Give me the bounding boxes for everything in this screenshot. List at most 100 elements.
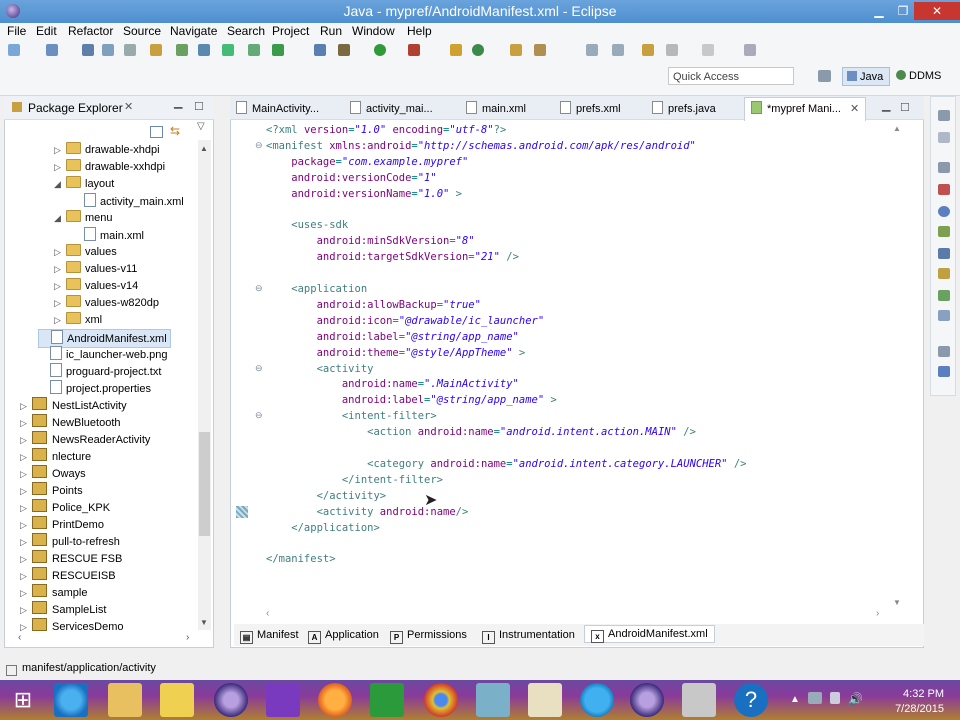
- collapsed-arrow-icon[interactable]: ▷: [20, 517, 28, 534]
- menu-run[interactable]: Run: [320, 24, 342, 38]
- tab-prefs-java[interactable]: prefs.java: [652, 100, 716, 118]
- declaration-view-icon[interactable]: [938, 226, 950, 237]
- tree-item[interactable]: ▷ SampleList: [20, 601, 106, 618]
- scroll-right-icon[interactable]: ›: [876, 608, 879, 619]
- perspective-java[interactable]: Java: [842, 67, 890, 86]
- tree-item[interactable]: ▷ ServicesDemo: [20, 618, 124, 635]
- tree-item[interactable]: ▷ values-v14: [54, 278, 138, 295]
- tree-item[interactable]: ▷ RESCUEISB: [20, 567, 116, 584]
- new-java-class-icon[interactable]: [472, 44, 484, 56]
- scroll-up-icon[interactable]: ▲: [200, 144, 208, 153]
- fold-marker-icon[interactable]: ⊖: [255, 363, 263, 374]
- maximize-button[interactable]: ❐: [890, 2, 916, 20]
- tab-manifest[interactable]: ▤ Manifest: [240, 627, 299, 644]
- tree-item[interactable]: ▷ values-v11: [54, 261, 137, 278]
- collapsed-arrow-icon[interactable]: ▷: [54, 278, 62, 295]
- scroll-left-icon[interactable]: ‹: [266, 608, 269, 619]
- debug-icon[interactable]: [272, 44, 284, 56]
- collapsed-arrow-icon[interactable]: ▷: [54, 312, 62, 329]
- collapsed-arrow-icon[interactable]: ▷: [20, 551, 28, 568]
- tree-item[interactable]: ▷ pull-to-refresh: [20, 533, 120, 550]
- menu-window[interactable]: Window: [352, 24, 395, 38]
- new-java-package-icon[interactable]: [450, 44, 462, 56]
- collapsed-arrow-icon[interactable]: ▷: [20, 500, 28, 517]
- outline-view-icon[interactable]: [938, 132, 950, 143]
- tasks-view-icon[interactable]: [938, 290, 950, 301]
- restore-icon[interactable]: [938, 346, 950, 357]
- menu-source[interactable]: Source: [123, 24, 161, 38]
- collapse-all-icon[interactable]: [150, 126, 163, 138]
- collapsed-arrow-icon[interactable]: ▷: [20, 449, 28, 466]
- restore-icon[interactable]: [938, 110, 950, 121]
- system-clock[interactable]: 4:32 PM 7/28/2015: [880, 687, 944, 717]
- close-tab-icon[interactable]: ✕: [850, 103, 859, 115]
- quick-fix-marker-icon[interactable]: [236, 506, 248, 518]
- fold-marker-icon[interactable]: ⊖: [255, 410, 263, 421]
- chrome-icon[interactable]: [424, 683, 458, 717]
- back-icon[interactable]: [666, 44, 678, 56]
- collapsed-arrow-icon[interactable]: ▷: [54, 142, 62, 159]
- minimize-editor-icon[interactable]: ▁: [882, 99, 890, 112]
- pin-editor-icon[interactable]: [744, 44, 756, 56]
- menu-refactor[interactable]: Refactor: [68, 24, 113, 38]
- open-type-hierarchy-icon[interactable]: [510, 44, 522, 56]
- android-project-icon[interactable]: [314, 44, 326, 56]
- tab-application[interactable]: A Application: [308, 627, 379, 644]
- android-sdk-icon[interactable]: [150, 44, 162, 56]
- camera-icon[interactable]: [682, 683, 716, 717]
- collapsed-arrow-icon[interactable]: ▷: [20, 585, 28, 602]
- menu-file[interactable]: File: [7, 24, 26, 38]
- forward-icon[interactable]: [702, 44, 714, 56]
- fold-marker-icon[interactable]: ⊖: [255, 283, 263, 294]
- volume-icon[interactable]: 🔊: [848, 692, 863, 706]
- collapsed-arrow-icon[interactable]: ▷: [20, 534, 28, 551]
- file-explorer-icon[interactable]: [108, 683, 142, 717]
- tab-mainactivity[interactable]: MainActivity...: [236, 100, 319, 118]
- expanded-arrow-icon[interactable]: ◢: [54, 210, 62, 227]
- start-button-icon[interactable]: ⊞: [6, 683, 40, 717]
- tree-item[interactable]: ▷ PrintDemo: [20, 516, 104, 533]
- maximize-editor-icon[interactable]: ☐: [900, 101, 910, 114]
- tree-item[interactable]: ◢ menu: [54, 210, 113, 227]
- tab-prefs-xml[interactable]: prefs.xml: [560, 100, 621, 118]
- tree-item[interactable]: ▷ values: [54, 244, 117, 261]
- tree-item[interactable]: ▷ sample: [20, 584, 87, 601]
- close-view-icon[interactable]: ✕: [124, 100, 133, 113]
- tree-item[interactable]: ▷ Police_KPK: [20, 499, 110, 516]
- tree-item[interactable]: ◢ layout: [54, 176, 114, 193]
- open-perspective-icon[interactable]: [818, 70, 831, 82]
- tree-item[interactable]: ▷ NewBluetooth: [20, 414, 121, 431]
- perspective-ddms[interactable]: DDMS: [896, 67, 956, 86]
- collapsed-arrow-icon[interactable]: ▷: [20, 602, 28, 619]
- collapsed-arrow-icon[interactable]: ▷: [20, 466, 28, 483]
- tree-item[interactable]: ▷ drawable-xhdpi: [54, 142, 160, 159]
- tree-item[interactable]: proguard-project.txt: [38, 363, 161, 380]
- notepad-icon[interactable]: [476, 683, 510, 717]
- show-hidden-icons-icon[interactable]: ▲: [790, 694, 800, 705]
- package-explorer-tab[interactable]: Package Explorer ✕ ▁ ☐: [4, 96, 214, 120]
- tab-android-manifest[interactable]: *mypref Mani... ✕: [744, 97, 867, 121]
- collapsed-arrow-icon[interactable]: ▷: [20, 432, 28, 449]
- scroll-left-icon[interactable]: ‹: [18, 632, 21, 643]
- menu-search[interactable]: Search: [227, 24, 265, 38]
- collapsed-arrow-icon[interactable]: ▷: [54, 261, 62, 278]
- tab-permissions[interactable]: P Permissions: [390, 627, 467, 644]
- tab-main-xml[interactable]: main.xml: [466, 100, 526, 118]
- collapsed-arrow-icon[interactable]: ▷: [54, 159, 62, 176]
- collapsed-arrow-icon[interactable]: ▷: [54, 295, 62, 312]
- editor-vertical-scrollbar[interactable]: ▲ ▼: [890, 124, 904, 610]
- skype-icon[interactable]: [580, 683, 614, 717]
- run-icon[interactable]: [374, 44, 386, 56]
- console-view-icon[interactable]: [938, 248, 950, 259]
- task-manager-icon[interactable]: [528, 683, 562, 717]
- tab-instrumentation[interactable]: I Instrumentation: [482, 627, 575, 644]
- last-edit-icon[interactable]: [642, 44, 654, 56]
- search-tool-icon[interactable]: [534, 44, 546, 56]
- collapsed-arrow-icon[interactable]: ▷: [54, 244, 62, 261]
- menu-help[interactable]: Help: [407, 24, 432, 38]
- scroll-down-icon[interactable]: ▼: [893, 598, 901, 607]
- help-view-icon[interactable]: [938, 366, 950, 377]
- tab-activity-main[interactable]: activity_mai...: [350, 100, 433, 118]
- new-icon[interactable]: [8, 44, 20, 56]
- expanded-arrow-icon[interactable]: ◢: [54, 176, 62, 193]
